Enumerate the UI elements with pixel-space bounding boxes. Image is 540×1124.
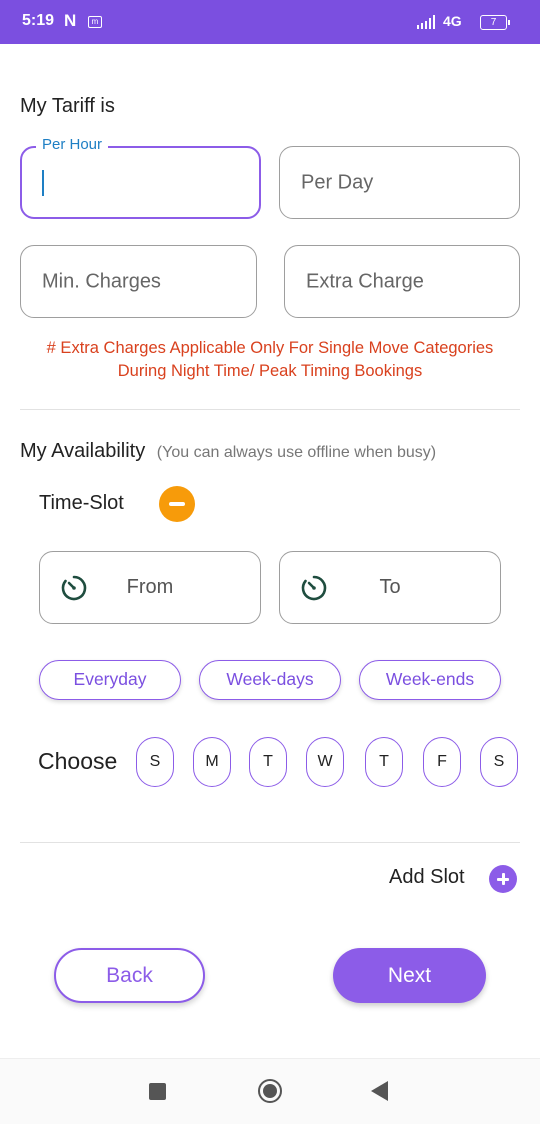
weekdays-button[interactable]: Week-days	[199, 660, 341, 700]
recents-icon[interactable]	[149, 1083, 166, 1100]
availability-title: My Availability	[20, 440, 146, 462]
status-time: 5:19	[22, 12, 55, 29]
back-arrow-icon[interactable]	[371, 1081, 388, 1101]
home-icon[interactable]	[258, 1079, 282, 1103]
min-charges-placeholder: Min. Charges	[42, 270, 161, 292]
per-hour-input[interactable]: Per Hour	[20, 136, 261, 219]
netflix-notification-icon: N	[64, 11, 77, 30]
extra-charge-note-line1: # Extra Charges Applicable Only For Sing…	[46, 339, 494, 357]
back-button[interactable]: Back	[54, 948, 205, 1003]
time-slot-label: Time-Slot	[39, 492, 124, 514]
signal-icon	[417, 15, 435, 29]
from-label: From	[126, 576, 174, 598]
next-button[interactable]: Next	[333, 948, 486, 1003]
add-slot-button[interactable]	[489, 865, 517, 893]
app-notification-icon: m	[88, 16, 102, 28]
divider	[20, 409, 520, 410]
to-label: To	[379, 576, 401, 598]
divider	[20, 842, 520, 843]
per-hour-label: Per Hour	[36, 136, 109, 153]
availability-subtitle: (You can always use offline when busy)	[156, 444, 437, 461]
battery-icon: 7	[480, 15, 510, 30]
weekends-button[interactable]: Week-ends	[359, 660, 501, 700]
everyday-button[interactable]: Everyday	[39, 660, 181, 700]
text-cursor	[42, 170, 44, 196]
from-time-picker[interactable]: From	[39, 551, 261, 624]
min-charges-input[interactable]: Min. Charges	[20, 245, 257, 318]
to-time-picker[interactable]: To	[279, 551, 501, 624]
day-thursday[interactable]: T	[365, 737, 403, 787]
remove-slot-button[interactable]	[159, 486, 195, 522]
per-day-placeholder: Per Day	[301, 171, 374, 193]
extra-charge-input[interactable]: Extra Charge	[284, 245, 520, 318]
status-bar: 5:19 N m 4G 7	[0, 0, 540, 44]
add-slot-label[interactable]: Add Slot	[389, 866, 465, 889]
availability-heading: My Availability (You can always use offl…	[20, 440, 436, 463]
extra-charge-note: # Extra Charges Applicable Only For Sing…	[20, 337, 520, 383]
network-type: 4G	[443, 13, 462, 29]
extra-charge-note-line2: During Night Time/ Peak Timing Bookings	[117, 362, 423, 380]
day-friday[interactable]: F	[423, 737, 461, 787]
choose-label: Choose	[38, 748, 118, 774]
extra-charge-placeholder: Extra Charge	[306, 270, 424, 292]
day-tuesday[interactable]: T	[249, 737, 287, 787]
day-wednesday[interactable]: W	[306, 737, 344, 787]
day-monday[interactable]: M	[193, 737, 231, 787]
day-sunday[interactable]: S	[136, 737, 174, 787]
system-nav-bar	[0, 1058, 540, 1124]
per-day-input[interactable]: Per Day	[279, 146, 520, 219]
day-saturday[interactable]: S	[480, 737, 518, 787]
tariff-title: My Tariff is	[20, 95, 115, 117]
